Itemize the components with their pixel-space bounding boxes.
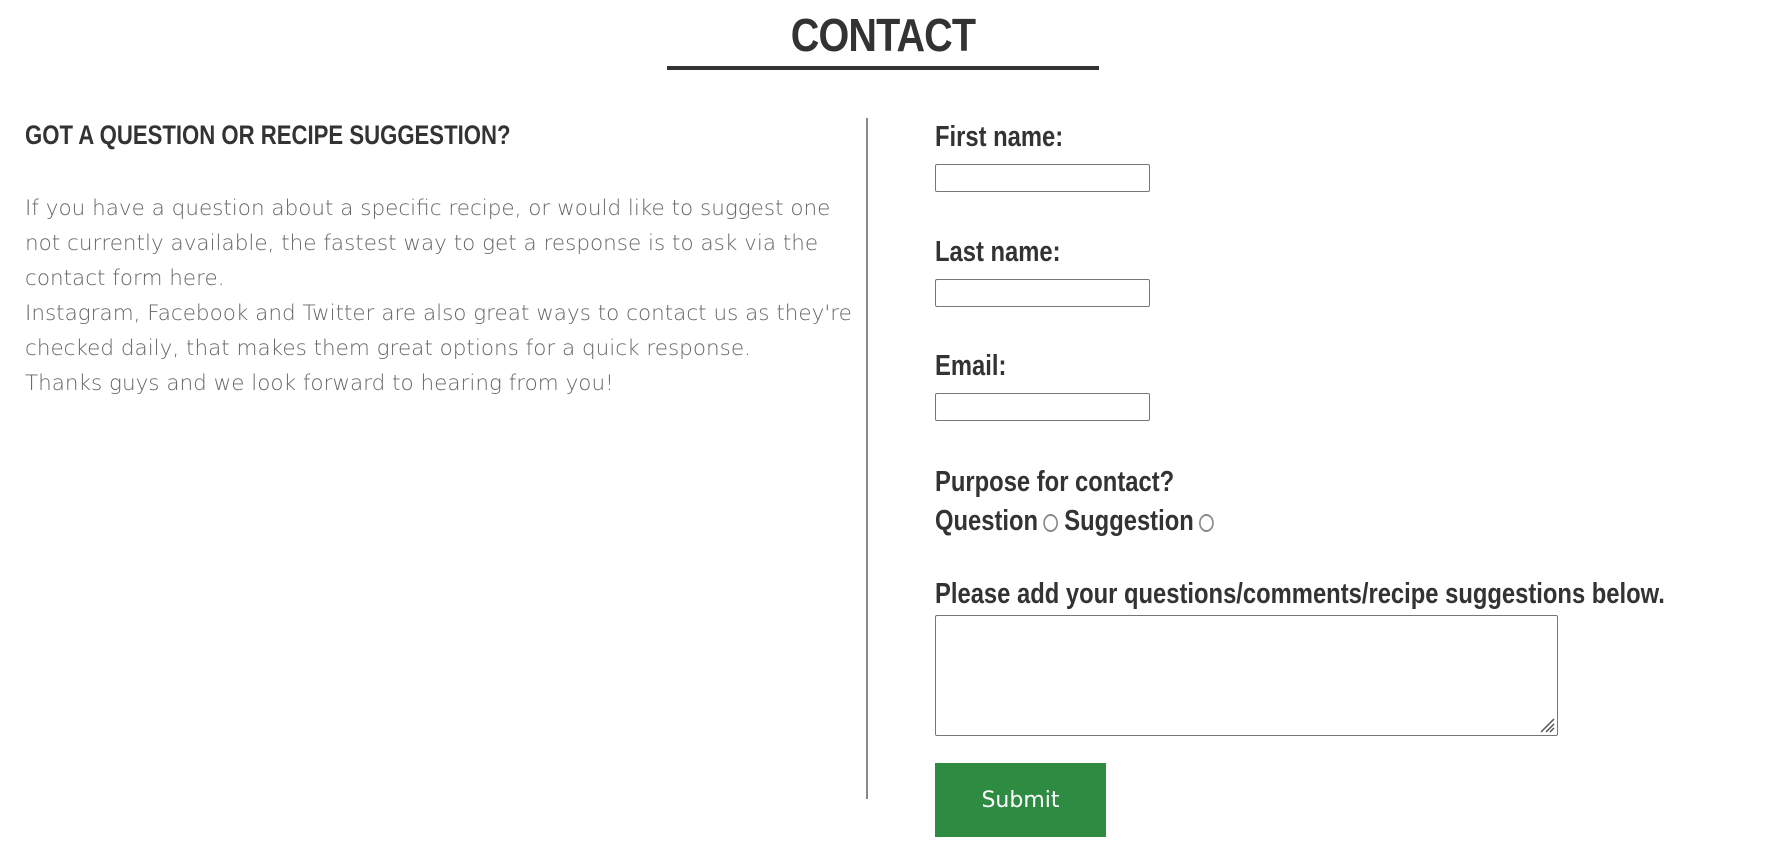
page-title: CONTACT	[790, 9, 976, 61]
first-name-group: First name:	[935, 118, 1150, 192]
question-option-label: Question	[935, 504, 1039, 537]
intro-text: If you have a question about a specific …	[25, 191, 855, 401]
email-group: Email:	[935, 347, 1150, 421]
last-name-group: Last name:	[935, 233, 1150, 307]
purpose-group: Purpose for contact? Question Suggestion	[935, 463, 1283, 541]
suggestion-radio[interactable]	[1198, 514, 1214, 532]
first-name-label: First name:	[935, 121, 1064, 153]
comments-textarea[interactable]	[935, 615, 1558, 736]
intro-paragraph: Thanks guys and we look forward to heari…	[25, 371, 614, 396]
last-name-label: Last name:	[935, 236, 1061, 268]
column-divider	[866, 118, 868, 799]
last-name-input[interactable]	[935, 279, 1150, 307]
question-radio[interactable]	[1042, 514, 1058, 532]
purpose-options: Question Suggestion	[935, 501, 1220, 541]
intro-section: GOT A QUESTION OR RECIPE SUGGESTION? If …	[25, 120, 855, 401]
title-underline	[667, 66, 1099, 70]
email-input[interactable]	[935, 393, 1150, 421]
comments-label: Please add your questions/comments/recip…	[935, 578, 1665, 610]
first-name-input[interactable]	[935, 164, 1150, 192]
submit-button[interactable]: Submit	[935, 763, 1106, 837]
resize-grip-icon[interactable]	[1535, 713, 1555, 733]
intro-paragraph: Instagram, Facebook and Twitter are also…	[25, 301, 852, 361]
email-label: Email:	[935, 350, 1007, 382]
suggestion-option-label: Suggestion	[1064, 504, 1194, 537]
comments-group: Please add your questions/comments/recip…	[935, 575, 1766, 736]
intro-heading: GOT A QUESTION OR RECIPE SUGGESTION?	[25, 120, 511, 150]
intro-paragraph: If you have a question about a specific …	[25, 196, 831, 291]
purpose-label: Purpose for contact?	[935, 466, 1175, 498]
